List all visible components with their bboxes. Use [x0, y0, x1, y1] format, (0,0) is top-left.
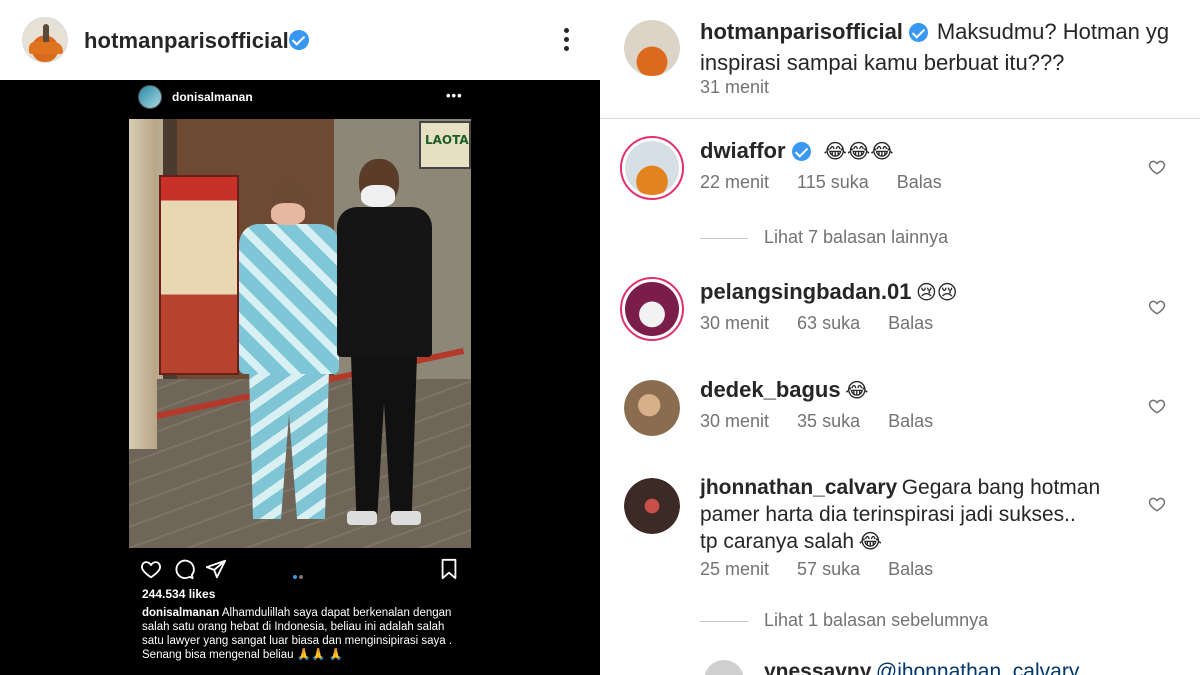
verified-badge-icon: [792, 142, 812, 162]
carousel-dots: [293, 566, 305, 584]
avatar[interactable]: [22, 17, 68, 63]
comment-meta: 30 menit 35 suka Balas: [700, 411, 961, 432]
reply-button[interactable]: Balas: [897, 172, 942, 192]
comment-username[interactable]: ynessavny: [764, 660, 871, 675]
caption-username[interactable]: donisalmanan: [142, 607, 219, 619]
comment-time: 31 menit: [700, 77, 770, 97]
bookmark-icon[interactable]: [438, 558, 460, 580]
view-more-replies-button[interactable]: Lihat 7 balasan lainnya: [700, 227, 948, 248]
comment-likes[interactable]: 35 suka: [797, 411, 860, 431]
comment-text-line: Gegara bang hotman: [901, 476, 1101, 499]
divider: [600, 118, 1200, 119]
more-vertical-icon[interactable]: [556, 26, 576, 56]
avatar[interactable]: [624, 20, 680, 76]
avatar[interactable]: [624, 380, 680, 436]
comments-panel: hotmanparisofficial Maksudmu? Hotman yg …: [600, 0, 1200, 675]
comment-username[interactable]: pelangsingbadan.01: [700, 279, 912, 304]
comment-likes[interactable]: 57 suka: [797, 559, 860, 579]
comment-time: 22 menit: [700, 172, 770, 192]
likes-count[interactable]: 244.534 likes: [142, 587, 215, 601]
heart-icon[interactable]: [140, 558, 162, 580]
heart-icon[interactable]: [1148, 158, 1166, 176]
post-photo: LAOTA: [129, 119, 471, 548]
post-caption: donisalmanan Alhamdulillah saya dapat be…: [142, 606, 462, 662]
mention-link[interactable]: @jhonnathan_calvary: [876, 660, 1079, 675]
heart-icon[interactable]: [1148, 397, 1166, 415]
comment-likes[interactable]: 63 suka: [797, 313, 860, 333]
comment-meta: 30 menit 63 suka Balas: [700, 313, 961, 334]
avatar[interactable]: [704, 660, 744, 675]
heart-icon[interactable]: [1148, 298, 1166, 316]
verified-badge-icon: [909, 23, 929, 43]
post-avatar[interactable]: [138, 85, 162, 109]
comment-username[interactable]: dwiaffor: [700, 138, 786, 163]
reply-button[interactable]: Balas: [888, 559, 933, 579]
left-panel: hotmanparisofficial donisalmanan ••• LAO…: [0, 0, 600, 675]
avatar[interactable]: [624, 478, 680, 534]
header-username[interactable]: hotmanparisofficial: [84, 28, 289, 54]
comment-text-line: tp caranya salah: [700, 530, 855, 553]
avatar[interactable]: [620, 136, 684, 200]
avatar[interactable]: [620, 277, 684, 341]
comment: pelangsingbadan.01 😢😢: [700, 278, 958, 309]
comment-text: 😂😂😂: [823, 139, 894, 163]
comment: jhonnathan_calvary Gegara bang hotman pa…: [700, 475, 1150, 556]
comment-text: 😢😢: [915, 280, 958, 304]
comment-username[interactable]: jhonnathan_calvary: [700, 476, 897, 499]
comment-meta: 25 menit 57 suka Balas: [700, 559, 961, 580]
comment-text-line: pamer harta dia terinspirasi jadi sukses…: [700, 503, 1076, 526]
comment: dedek_bagus 😂: [700, 376, 868, 407]
person-left: [199, 179, 349, 539]
share-icon[interactable]: [205, 558, 227, 580]
comment-time: 30 menit: [700, 411, 770, 431]
verified-badge-icon: [289, 30, 309, 50]
reply-button[interactable]: Balas: [888, 313, 933, 333]
post-screenshot: donisalmanan ••• LAOTA 244.534 likes don…: [0, 80, 600, 675]
post-more-icon[interactable]: •••: [446, 88, 463, 103]
heart-icon[interactable]: [1148, 495, 1166, 513]
comment-icon[interactable]: [173, 558, 195, 580]
person-right: [329, 159, 439, 548]
comment: ynessavny @jhonnathan_calvary: [764, 660, 1079, 675]
comment-emoji: 😂: [858, 529, 882, 553]
shop-sign-text: LAOTA: [425, 133, 469, 147]
comment-meta: 22 menit 115 suka Balas: [700, 172, 970, 193]
comment-time: 30 menit: [700, 313, 770, 333]
comment: dwiaffor 😂😂😂: [700, 137, 894, 168]
comment-username[interactable]: dedek_bagus: [700, 377, 841, 402]
post-header: hotmanparisofficial: [0, 0, 600, 80]
post-username[interactable]: donisalmanan: [172, 90, 253, 104]
comment-username[interactable]: hotmanparisofficial: [700, 19, 903, 44]
view-previous-replies-button[interactable]: Lihat 1 balasan sebelumnya: [700, 610, 988, 631]
reply-button[interactable]: Balas: [888, 411, 933, 431]
comment-time: 25 menit: [700, 559, 770, 579]
comment-text: 😂: [845, 378, 869, 402]
main-comment: hotmanparisofficial Maksudmu? Hotman yg …: [700, 18, 1170, 80]
comment-likes[interactable]: 115 suka: [797, 172, 869, 192]
comment-meta: 31 menit: [700, 77, 797, 98]
